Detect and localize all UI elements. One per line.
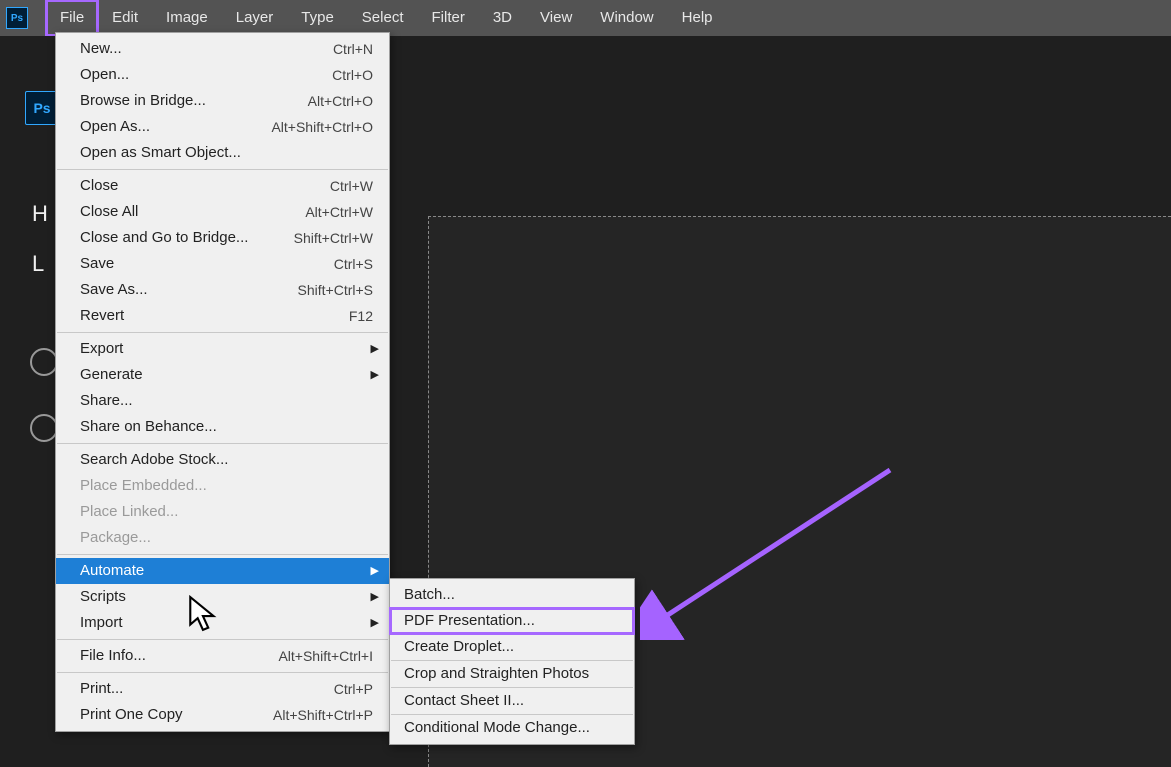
file-share[interactable]: Share... <box>56 388 389 414</box>
home-app-icon: Ps <box>25 91 59 125</box>
menu-window[interactable]: Window <box>586 0 667 36</box>
file-package: Package... <box>56 525 389 551</box>
file-dropdown: New...Ctrl+N Open...Ctrl+O Browse in Bri… <box>55 32 390 732</box>
automate-contact-sheet[interactable]: Contact Sheet II... <box>390 688 634 714</box>
menu-filter[interactable]: Filter <box>418 0 479 36</box>
menu-view[interactable]: View <box>526 0 586 36</box>
file-browse-bridge[interactable]: Browse in Bridge...Alt+Ctrl+O <box>56 88 389 114</box>
file-save-as[interactable]: Save As...Shift+Ctrl+S <box>56 277 389 303</box>
file-file-info[interactable]: File Info...Alt+Shift+Ctrl+I <box>56 643 389 669</box>
file-close-all[interactable]: Close AllAlt+Ctrl+W <box>56 199 389 225</box>
file-import[interactable]: Import▶ <box>56 610 389 636</box>
file-open[interactable]: Open...Ctrl+O <box>56 62 389 88</box>
file-share-behance[interactable]: Share on Behance... <box>56 414 389 440</box>
chevron-right-icon: ▶ <box>371 561 379 581</box>
automate-batch[interactable]: Batch... <box>390 582 634 608</box>
automate-conditional-mode[interactable]: Conditional Mode Change... <box>390 715 634 741</box>
menubar: Ps File Edit Image Layer Type Select Fil… <box>0 0 1171 36</box>
sidebar-letter-l: L <box>32 251 44 277</box>
menu-layer[interactable]: Layer <box>222 0 288 36</box>
menu-file[interactable]: File <box>46 0 98 36</box>
file-automate[interactable]: Automate▶ <box>56 558 389 584</box>
sidebar-circle-1[interactable] <box>30 348 58 376</box>
automate-create-droplet[interactable]: Create Droplet... <box>390 634 634 660</box>
menu-help[interactable]: Help <box>668 0 727 36</box>
file-scripts[interactable]: Scripts▶ <box>56 584 389 610</box>
sidebar-circle-2[interactable] <box>30 414 58 442</box>
app-icon: Ps <box>6 7 28 29</box>
file-place-embedded: Place Embedded... <box>56 473 389 499</box>
menu-image[interactable]: Image <box>152 0 222 36</box>
chevron-right-icon: ▶ <box>371 339 379 359</box>
chevron-right-icon: ▶ <box>371 587 379 607</box>
automate-crop-straighten[interactable]: Crop and Straighten Photos <box>390 661 634 687</box>
file-generate[interactable]: Generate▶ <box>56 362 389 388</box>
automate-pdf-presentation[interactable]: PDF Presentation... <box>390 608 634 634</box>
automate-submenu: Batch... PDF Presentation... Create Drop… <box>389 578 635 745</box>
sidebar-letter-h: H <box>32 201 48 227</box>
file-save[interactable]: SaveCtrl+S <box>56 251 389 277</box>
file-new[interactable]: New...Ctrl+N <box>56 36 389 62</box>
menu-type[interactable]: Type <box>287 0 348 36</box>
file-print[interactable]: Print...Ctrl+P <box>56 676 389 702</box>
chevron-right-icon: ▶ <box>371 613 379 633</box>
file-open-smart-object[interactable]: Open as Smart Object... <box>56 140 389 166</box>
chevron-right-icon: ▶ <box>371 365 379 385</box>
menu-3d[interactable]: 3D <box>479 0 526 36</box>
file-place-linked: Place Linked... <box>56 499 389 525</box>
file-close-goto-bridge[interactable]: Close and Go to Bridge...Shift+Ctrl+W <box>56 225 389 251</box>
file-open-as[interactable]: Open As...Alt+Shift+Ctrl+O <box>56 114 389 140</box>
file-print-one-copy[interactable]: Print One CopyAlt+Shift+Ctrl+P <box>56 702 389 728</box>
file-export[interactable]: Export▶ <box>56 336 389 362</box>
file-revert[interactable]: RevertF12 <box>56 303 389 329</box>
file-close[interactable]: CloseCtrl+W <box>56 173 389 199</box>
menu-select[interactable]: Select <box>348 0 418 36</box>
file-search-adobe-stock[interactable]: Search Adobe Stock... <box>56 447 389 473</box>
menu-edit[interactable]: Edit <box>98 0 152 36</box>
